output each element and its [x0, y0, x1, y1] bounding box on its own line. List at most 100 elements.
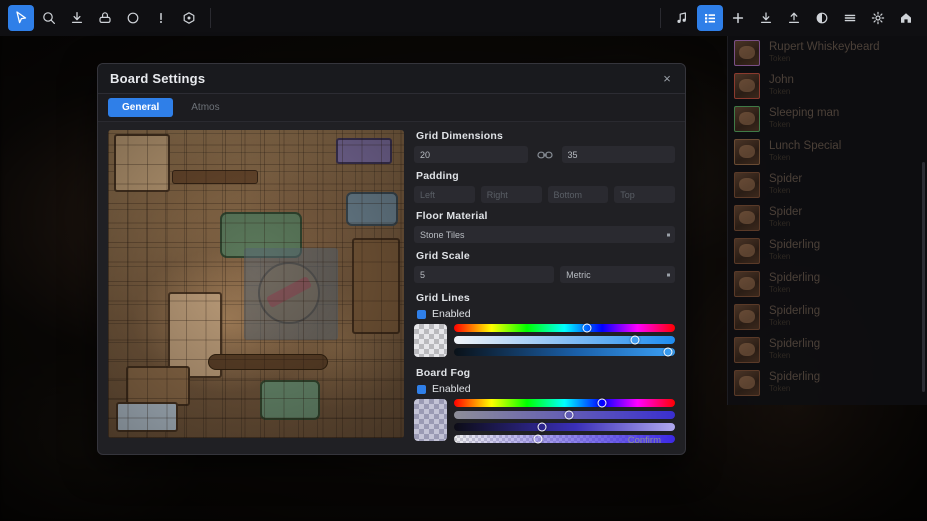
token-list-item[interactable]: Rupert Whiskeybeard Token	[728, 36, 927, 69]
padding-bottom-input[interactable]	[548, 186, 609, 203]
shape-tool[interactable]	[120, 5, 146, 31]
token-list-item[interactable]: SpiderToken	[728, 201, 927, 234]
home-button[interactable]	[893, 5, 919, 31]
import-tool[interactable]	[64, 5, 90, 31]
alert-tool[interactable]	[148, 5, 174, 31]
token-type: Token	[769, 121, 839, 129]
board-fog-hue-knob[interactable]	[598, 399, 607, 408]
tab-general[interactable]: General	[108, 98, 173, 117]
token-list-item[interactable]: Spiderling Token	[728, 234, 927, 267]
token-list-item[interactable]: JohnToken	[728, 69, 927, 102]
avatar	[734, 271, 760, 297]
grid-lines-saturation-slider[interactable]	[454, 336, 675, 344]
lighting-button[interactable]	[809, 5, 835, 31]
token-meta: SpiderToken	[769, 206, 802, 228]
grid-scale-label: Grid Scale	[416, 250, 675, 262]
menu-button[interactable]	[837, 5, 863, 31]
padding-left-input[interactable]	[414, 186, 475, 203]
token-list-button[interactable]	[697, 5, 723, 31]
grid-dimensions-label: Grid Dimensions	[416, 130, 675, 142]
token-meta: Sleeping man Token	[769, 107, 839, 129]
floor-material-row: Stone Tiles	[414, 226, 675, 243]
music-button[interactable]	[669, 5, 695, 31]
save-button[interactable]	[753, 5, 779, 31]
grid-width-input[interactable]	[414, 146, 528, 163]
token-list-panel: Rupert Whiskeybeard Token JohnToken Sleepin…	[727, 36, 927, 405]
grid-lines-enabled-checkbox[interactable]	[417, 310, 426, 319]
token-list-item[interactable]: SpiderlingToken	[728, 366, 927, 399]
chain-link-icon[interactable]	[534, 150, 556, 160]
token-list-item[interactable]: Spiderling Token	[728, 300, 927, 333]
floor-material-value: Stone Tiles	[420, 230, 465, 240]
token-name: Spiderling	[769, 305, 820, 317]
dice-tool[interactable]	[176, 5, 202, 31]
grid-lines-enabled-row: Enabled	[417, 308, 675, 320]
map-shading-overlay	[108, 130, 404, 438]
toolbar-divider	[210, 8, 211, 28]
grid-scale-unit-select[interactable]: Metric	[560, 266, 675, 283]
grid-lines-lightness-slider[interactable]	[454, 348, 675, 356]
grid-lines-hue-slider[interactable]	[454, 324, 675, 332]
token-list-item[interactable]: Sleeping man Token	[728, 102, 927, 135]
token-meta: Spiderling Token	[769, 305, 820, 327]
zoom-tool[interactable]	[36, 5, 62, 31]
avatar	[734, 106, 760, 132]
floor-material-label: Floor Material	[416, 210, 675, 222]
token-list-item[interactable]: SpiderlingToken	[728, 267, 927, 300]
token-list-item[interactable]: Spider Token	[728, 168, 927, 201]
token-name: Rupert Whiskeybeard	[769, 41, 880, 53]
grid-lines-color-block	[414, 324, 675, 357]
map-preview-image[interactable]	[108, 130, 404, 438]
token-list: Rupert Whiskeybeard Token JohnToken Sleepin…	[728, 36, 927, 399]
token-meta: Lunch SpecialToken	[769, 140, 841, 162]
close-icon[interactable]: ×	[658, 70, 676, 88]
add-button[interactable]	[725, 5, 751, 31]
confirm-button[interactable]: Confirm	[620, 432, 669, 449]
top-toolbar	[0, 0, 927, 36]
token-list-item[interactable]: SpiderlingToken	[728, 333, 927, 366]
token-type: Token	[769, 253, 820, 261]
token-type: Token	[769, 55, 880, 63]
padding-right-input[interactable]	[481, 186, 542, 203]
padding-row	[414, 186, 675, 203]
token-type: Token	[769, 187, 802, 195]
token-name: Spiderling	[769, 239, 820, 251]
board-fog-enabled-checkbox[interactable]	[417, 385, 426, 394]
dialog-tabs: General Atmos	[98, 94, 685, 122]
load-button[interactable]	[781, 5, 807, 31]
dialog-title: Board Settings	[110, 71, 205, 86]
board-fog-hue-slider[interactable]	[454, 399, 675, 407]
token-meta: SpiderlingToken	[769, 272, 820, 294]
grid-lines-hue-knob[interactable]	[582, 324, 591, 333]
board-fog-saturation-slider[interactable]	[454, 411, 675, 419]
token-name: Sleeping man	[769, 107, 839, 119]
grid-lines-sliders	[454, 324, 675, 356]
board-fog-label: Board Fog	[416, 367, 675, 379]
token-type: Token	[769, 154, 841, 162]
board-fog-saturation-knob[interactable]	[564, 411, 573, 420]
tab-atmos[interactable]: Atmos	[177, 98, 233, 117]
toolbar-divider-right	[660, 8, 661, 28]
token-type: Token	[769, 319, 820, 327]
avatar	[734, 172, 760, 198]
grid-lines-saturation-knob[interactable]	[631, 336, 640, 345]
token-meta: SpiderlingToken	[769, 338, 820, 360]
token-list-scrollbar[interactable]	[922, 162, 925, 392]
avatar	[734, 139, 760, 165]
token-name: Spider	[769, 173, 802, 185]
token-list-item[interactable]: Lunch SpecialToken	[728, 135, 927, 168]
grid-lines-color-swatch[interactable]	[414, 324, 447, 357]
token-meta: SpiderlingToken	[769, 371, 820, 393]
cursor-tool[interactable]	[8, 5, 34, 31]
token-type: Token	[769, 286, 820, 294]
grid-scale-input[interactable]	[414, 266, 554, 283]
avatar	[734, 304, 760, 330]
padding-top-input[interactable]	[614, 186, 675, 203]
settings-button[interactable]	[865, 5, 891, 31]
avatar	[734, 73, 760, 99]
floor-material-select[interactable]: Stone Tiles	[414, 226, 675, 243]
left-tool-group	[8, 5, 217, 31]
grid-height-input[interactable]	[562, 146, 676, 163]
grid-lines-lightness-knob[interactable]	[664, 348, 673, 357]
stamp-tool[interactable]	[92, 5, 118, 31]
